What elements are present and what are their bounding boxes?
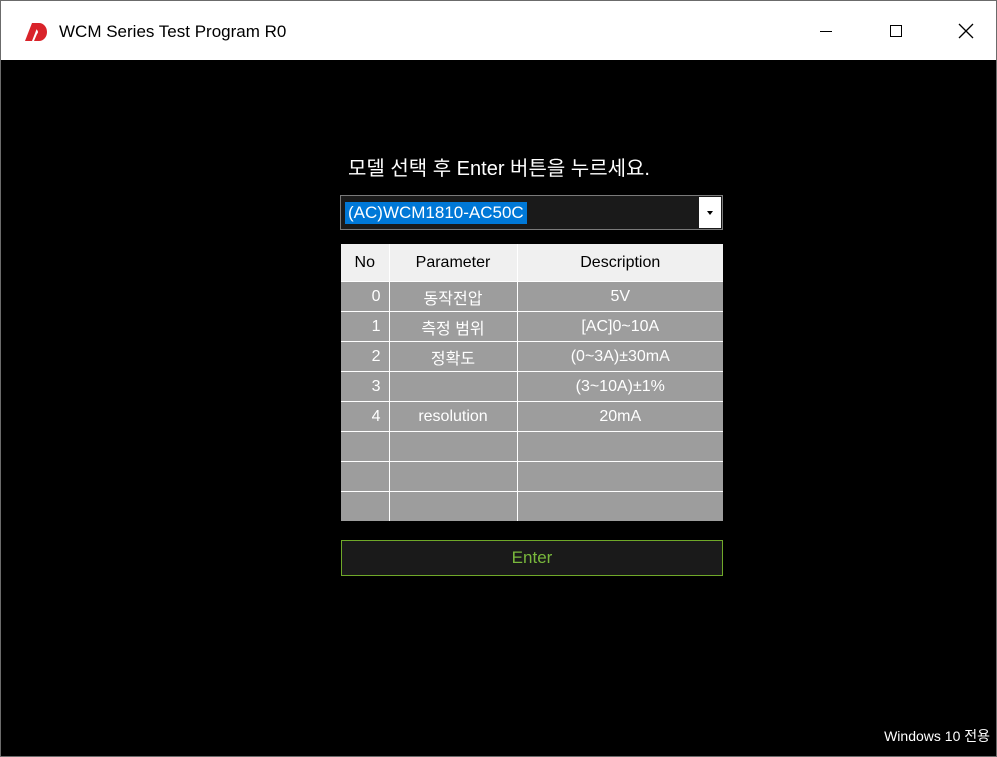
- dropdown-button[interactable]: [699, 197, 721, 228]
- cell-description: (0~3A)±30mA: [517, 341, 723, 372]
- cell-description: [AC]0~10A: [517, 311, 723, 342]
- table-row[interactable]: 3 (3~10A)±1%: [341, 371, 723, 402]
- cell-no: [341, 461, 390, 492]
- cell-no: [341, 491, 390, 521]
- parameter-table: No Parameter Description 0 동작전압 5V 1 측정 범위[…: [341, 244, 723, 521]
- minimize-icon: [819, 30, 832, 32]
- cell-description: 5V: [517, 281, 723, 312]
- cell-no: 1: [341, 311, 390, 342]
- cell-description: [517, 491, 723, 521]
- cell-no: [341, 431, 390, 462]
- app-logo-icon: [25, 23, 47, 41]
- client-area: 모델 선택 후 Enter 버튼을 누르세요. (AC)WCM1810-AC50…: [8, 60, 990, 752]
- title-bar[interactable]: WCM Series Test Program R0: [1, 1, 996, 60]
- table-row[interactable]: 0 동작전압 5V: [341, 281, 723, 312]
- table-row[interactable]: [341, 491, 723, 521]
- table-row[interactable]: [341, 461, 723, 492]
- minimize-button[interactable]: [793, 1, 858, 60]
- cell-description: 20mA: [517, 401, 723, 432]
- instruction-text: 모델 선택 후 Enter 버튼을 누르세요.: [348, 158, 650, 180]
- cell-description: [517, 461, 723, 492]
- table-row[interactable]: 1 측정 범위 [AC]0~10A: [341, 311, 723, 342]
- cell-no: 2: [341, 341, 390, 372]
- chevron-down-icon: [707, 210, 713, 215]
- cell-description: (3~10A)±1%: [517, 371, 723, 402]
- cell-description: [517, 431, 723, 462]
- cell-parameter: 측정 범위: [389, 311, 518, 342]
- table-row[interactable]: [341, 431, 723, 462]
- cell-parameter: 동작전압: [389, 281, 518, 312]
- cell-parameter: 정확도: [389, 341, 518, 372]
- cell-parameter: [389, 461, 518, 492]
- window-title: WCM Series Test Program R0: [59, 22, 287, 41]
- close-button[interactable]: [933, 1, 997, 60]
- table-row[interactable]: 4 resolution 20mA: [341, 401, 723, 432]
- cell-no: 3: [341, 371, 390, 402]
- close-icon: [958, 23, 973, 38]
- column-header-parameter: Parameter: [389, 244, 518, 282]
- cell-parameter: [389, 491, 518, 521]
- column-header-no: No: [341, 244, 390, 282]
- enter-button[interactable]: Enter: [341, 540, 723, 576]
- column-header-description: Description: [517, 244, 723, 282]
- cell-parameter: [389, 431, 518, 462]
- maximize-button[interactable]: [863, 1, 928, 60]
- table-header-row: No Parameter Description: [341, 244, 723, 282]
- cell-no: 0: [341, 281, 390, 312]
- os-note: Windows 10 전용: [884, 728, 990, 744]
- cell-parameter: resolution: [389, 401, 518, 432]
- table-row[interactable]: 2 정확도 (0~3A)±30mA: [341, 341, 723, 372]
- cell-no: 4: [341, 401, 390, 432]
- maximize-icon: [889, 24, 902, 37]
- app-window: WCM Series Test Program R0 모델 선택 후 Enter…: [0, 0, 997, 757]
- cell-parameter: [389, 371, 518, 402]
- model-select[interactable]: (AC)WCM1810-AC50C: [340, 195, 723, 230]
- model-select-value: (AC)WCM1810-AC50C: [345, 202, 527, 224]
